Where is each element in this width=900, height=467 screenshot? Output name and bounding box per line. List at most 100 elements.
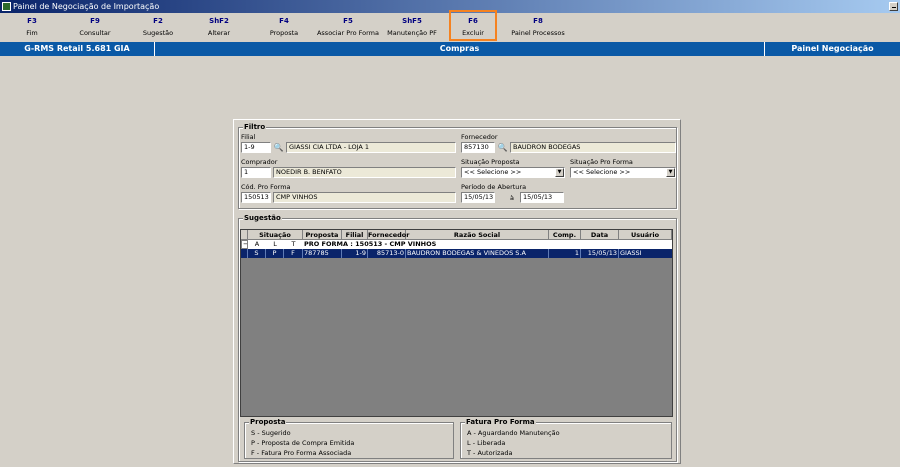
- cell-status-p: P: [266, 249, 284, 258]
- situacao-proforma-select[interactable]: << Selecione >> ▼: [570, 167, 676, 178]
- periodo-separator: à: [510, 194, 514, 202]
- grid-col-header[interactable]: Proposta: [303, 230, 342, 240]
- function-key-toolbar: F3 Fim F9 Consultar F2 Sugestão ShF2 Alt…: [0, 10, 900, 42]
- cell-comp: 1: [549, 249, 581, 258]
- situacao-proforma-value: << Selecione >>: [573, 168, 631, 176]
- cell-data: 15/05/13: [581, 249, 619, 258]
- fkey-code: F2: [153, 17, 163, 25]
- periodo-fim-input[interactable]: 15/05/13: [520, 192, 564, 203]
- fornecedor-name-field: BAUDRON BODEGAS: [510, 142, 676, 153]
- grid-header: Situação Proposta Filial Fornecedor Razã…: [241, 230, 672, 240]
- cell-status-f: F: [284, 249, 303, 258]
- grid-col-header[interactable]: Comp.: [549, 230, 581, 240]
- window-title: Painel de Negociação de Importação: [13, 2, 160, 11]
- row-indicator: [241, 249, 248, 258]
- fkey-label: Sugestão: [142, 29, 174, 37]
- grid-col-header: [241, 230, 248, 240]
- cell-razao-social: BAUDRON BODEGAS & VINEDOS S.A: [406, 249, 549, 258]
- fkey-code: F4: [279, 17, 289, 25]
- legend-line: L - Liberada: [467, 439, 506, 447]
- fkey-code: F8: [533, 17, 543, 25]
- app-icon: [2, 2, 11, 11]
- legend-line: F - Fatura Pro Forma Associada: [251, 449, 352, 457]
- minimize-button[interactable]: [889, 2, 898, 11]
- fornecedor-code-input[interactable]: 857130: [461, 142, 495, 153]
- fkey-manutencao-pf-button[interactable]: ShF5 Manutenção PF: [384, 15, 440, 42]
- fkey-code: ShF5: [402, 17, 422, 25]
- legend-line: P - Proposta de Compra Emitida: [251, 439, 355, 447]
- comprador-code-input[interactable]: 1: [241, 167, 271, 178]
- cod-proforma-code-input[interactable]: 150513: [241, 192, 271, 203]
- fkey-alterar-button[interactable]: ShF2 Alterar: [200, 15, 238, 42]
- situacao-proposta-select[interactable]: << Selecione >> ▼: [461, 167, 565, 178]
- fkey-label: Alterar: [207, 29, 231, 37]
- cell-proposta: 787785: [303, 249, 342, 258]
- cod-proforma-name-field: CMP VINHOS: [273, 192, 456, 203]
- fkey-code: F6: [468, 17, 478, 25]
- filial-code-input[interactable]: 1-9: [241, 142, 271, 153]
- situacao-proposta-label: Situação Proposta: [461, 158, 520, 166]
- legend-line: S - Sugerido: [251, 429, 291, 437]
- cell-usuario: GIASSI: [620, 249, 642, 257]
- group-status-l: L: [273, 240, 277, 248]
- system-version: G-RMS Retail 5.681 GIA: [0, 42, 155, 56]
- fkey-label: Manutenção PF: [387, 29, 437, 37]
- grid-col-header[interactable]: Usuário: [619, 230, 672, 240]
- fkey-label: Proposta: [269, 29, 299, 37]
- filter-group-title: Filtro: [243, 123, 267, 132]
- chevron-down-icon[interactable]: ▼: [666, 168, 675, 177]
- filial-name-field: GIASSI CIA LTDA - LOJA 1: [286, 142, 456, 153]
- group-proforma-label: PRO FORMA : 150513 - CMP VINHOS: [304, 240, 437, 248]
- chevron-down-icon[interactable]: ▼: [555, 168, 564, 177]
- grid-col-header[interactable]: Data: [581, 230, 619, 240]
- proposta-legend-title: Proposta: [249, 418, 287, 427]
- negotiation-panel: Filtro Filial 1-9 🔍 GIASSI CIA LTDA - LO…: [233, 119, 681, 464]
- fkey-painel-processos-button[interactable]: F8 Painel Processos: [508, 15, 568, 42]
- legend-line: T - Autorizada: [467, 449, 513, 457]
- group-status-t: T: [291, 240, 296, 248]
- situacao-proposta-value: << Selecione >>: [464, 168, 522, 176]
- proforma-legend-title: Fatura Pro Forma: [465, 418, 536, 427]
- legend-line: A - Aguardando Manutenção: [467, 429, 560, 437]
- fkey-associar-pro-forma-button[interactable]: F5 Associar Pro Forma: [313, 15, 383, 42]
- fkey-proposta-button[interactable]: F4 Proposta: [262, 15, 306, 42]
- module-name: Compras: [155, 42, 765, 56]
- fkey-fim-button[interactable]: F3 Fim: [14, 15, 50, 42]
- fkey-code: F3: [27, 17, 37, 25]
- collapse-icon[interactable]: −: [241, 240, 248, 249]
- periodo-inicio-input[interactable]: 15/05/13: [461, 192, 495, 203]
- grid-col-header[interactable]: Razão Social: [406, 230, 549, 240]
- table-row[interactable]: S P F 787785 1-9 85713-0 BAUDRON BODEGAS…: [241, 249, 672, 258]
- fkey-sugestao-button[interactable]: F2 Sugestão: [136, 15, 180, 42]
- cell-filial: 1-9: [342, 249, 368, 258]
- fkey-consultar-button[interactable]: F9 Consultar: [72, 15, 118, 42]
- fkey-label: Consultar: [79, 29, 111, 37]
- comprador-name-field: NOEDIR B. BENFATO: [273, 167, 456, 178]
- sugestao-grid: Situação Proposta Filial Fornecedor Razã…: [240, 229, 673, 417]
- fornecedor-label: Fornecedor: [461, 133, 498, 141]
- grid-col-header[interactable]: Situação: [248, 230, 303, 240]
- screen-name: Painel Negociação: [791, 44, 874, 53]
- comprador-label: Comprador: [241, 158, 278, 166]
- sugestao-group-title: Sugestão: [243, 214, 282, 223]
- binoculars-search-icon[interactable]: 🔍: [273, 142, 284, 153]
- fkey-label: Associar Pro Forma: [316, 29, 380, 37]
- grid-col-header[interactable]: Filial: [342, 230, 368, 240]
- proposta-legend: Proposta S - Sugerido P - Proposta de Co…: [244, 418, 454, 459]
- grid-col-header[interactable]: Fornecedor: [368, 230, 409, 240]
- grid-group-row[interactable]: − A L T PRO FORMA : 150513 - CMP VINHOS: [241, 240, 672, 249]
- info-bar: G-RMS Retail 5.681 GIA Compras Painel Ne…: [0, 42, 900, 56]
- cod-proforma-label: Cód. Pro Forma: [241, 183, 291, 191]
- binoculars-search-icon[interactable]: 🔍: [497, 142, 508, 153]
- fkey-code: ShF2: [209, 17, 229, 25]
- fkey-label: Excluir: [462, 29, 484, 37]
- periodo-label: Período de Abertura: [461, 183, 527, 191]
- situacao-proforma-label: Situação Pro Forma: [570, 158, 633, 166]
- filial-label: Filial: [241, 133, 256, 141]
- cell-status-s: S: [248, 249, 266, 258]
- filter-group: Filtro Filial 1-9 🔍 GIASSI CIA LTDA - LO…: [238, 123, 677, 209]
- fkey-code: F9: [90, 17, 100, 25]
- group-status-a: A: [254, 240, 260, 248]
- fkey-excluir-button[interactable]: F6 Excluir: [449, 10, 497, 41]
- fkey-code: F5: [343, 17, 353, 25]
